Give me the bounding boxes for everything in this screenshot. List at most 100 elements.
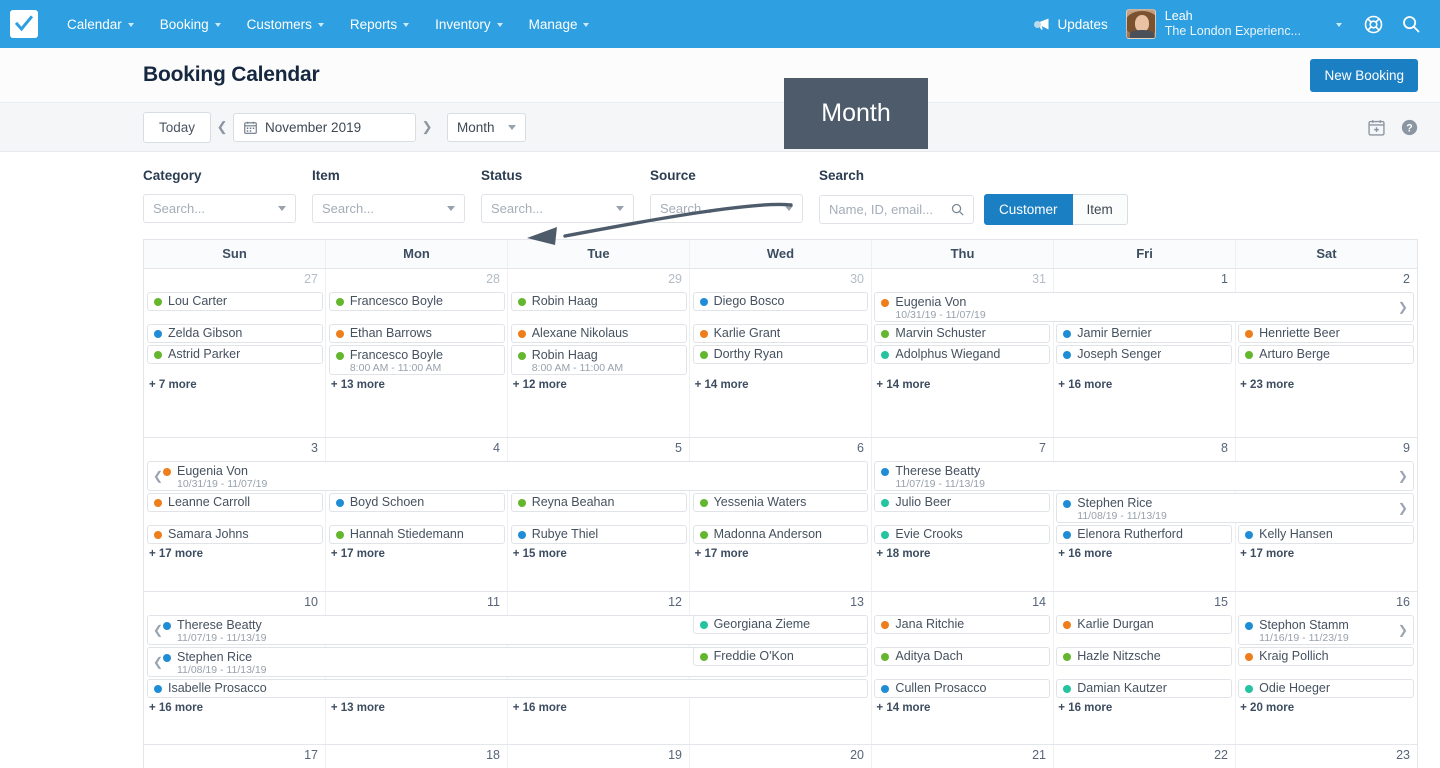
booking-event-chip[interactable]: Leanne Carroll [147,493,323,512]
booking-event-chip[interactable]: Rubye Thiel [510,525,687,544]
previous-period-button[interactable]: ❮ [211,119,233,135]
source-select[interactable]: Search... [650,194,803,223]
more-events-link[interactable]: + 18 more [876,548,930,560]
booking-event-chip[interactable]: Francesco Boyle [328,292,505,311]
booking-event-chip[interactable]: Stephen Rice 11/08/19 - 11/13/19 ❯ [1056,493,1414,523]
booking-event-chip[interactable]: Hannah Stiedemann [328,525,505,544]
event-row: Leanne Carroll Boyd Schoen Reyna Beahan Yes… [144,493,1417,525]
booking-event-chip[interactable]: Eugenia Von 10/31/19 - 11/07/19 ❮ [147,461,869,491]
nav-item-booking[interactable]: Booking [147,0,234,48]
more-events-link[interactable]: + 17 more [1240,548,1294,560]
event-customer-name: Henriette Beer [1259,326,1340,341]
booking-event-chip[interactable]: Joseph Senger [1056,345,1233,364]
checkmark-logo-icon[interactable] [10,10,38,38]
toggle-item-button[interactable]: Item [1072,194,1128,225]
updates-button[interactable]: Updates [1033,17,1108,32]
booking-event-chip[interactable]: Zelda Gibson [147,324,323,343]
event-customer-name: Eugenia Von [177,464,248,478]
booking-event-chip[interactable]: Samara Johns [147,525,323,544]
new-booking-button[interactable]: New Booking [1310,58,1418,92]
nav-item-customers[interactable]: Customers [234,0,337,48]
more-events-link[interactable]: + 17 more [331,548,385,560]
help-lifebuoy-icon[interactable] [1358,9,1388,39]
booking-event-chip[interactable]: Freddie O'Kon [692,647,869,666]
calendar-plus-icon[interactable] [1368,119,1385,136]
booking-event-chip[interactable]: Stephon Stamm 11/16/19 - 11/23/19 ❯ [1238,615,1414,645]
booking-event-chip[interactable]: Lou Carter [147,292,323,311]
booking-event-chip[interactable]: Jamir Bernier [1056,324,1233,343]
more-events-link[interactable]: + 16 more [1058,548,1112,560]
more-events-link[interactable]: + 7 more [149,379,197,391]
booking-event-chip[interactable]: Boyd Schoen [328,493,505,512]
more-events-link[interactable]: + 16 more [513,702,567,714]
booking-event-chip[interactable]: Isabelle Prosacco [147,679,869,698]
search-icon[interactable] [1396,9,1426,39]
booking-event-chip[interactable]: Hazle Nitzsche [1056,647,1233,666]
calendar-toolbar: Today ❮ November 2019 ❯ Month ? [0,103,1440,245]
more-events-link[interactable]: + 13 more [331,379,385,391]
event-text: Leanne Carroll [168,495,250,509]
item-select[interactable]: Search... [312,194,465,223]
booking-event-chip[interactable]: Astrid Parker [147,345,323,364]
category-select[interactable]: Search... [143,194,296,223]
booking-event-chip[interactable]: Eugenia Von 10/31/19 - 11/07/19 ❯ [874,292,1414,322]
more-events-link[interactable]: + 14 more [876,379,930,391]
booking-event-chip[interactable]: Robin Haag [510,292,687,311]
question-circle-icon[interactable]: ? [1401,119,1418,136]
more-events-link[interactable]: + 15 more [513,548,567,560]
more-events-link[interactable]: + 14 more [876,702,930,714]
booking-event-chip[interactable]: Alexane Nikolaus [510,324,687,343]
page-title: Booking Calendar [143,63,320,86]
more-events-link[interactable]: + 16 more [149,702,203,714]
booking-event-chip[interactable]: Damian Kautzer [1056,679,1233,698]
today-button[interactable]: Today [143,111,212,143]
booking-event-chip[interactable]: Odie Hoeger [1238,679,1414,698]
next-period-button[interactable]: ❯ [416,119,438,135]
booking-event-chip[interactable]: Karlie Grant [692,324,869,343]
booking-event-chip[interactable]: Dorthy Ryan [692,345,869,364]
booking-event-chip[interactable]: Evie Crooks [874,525,1051,544]
toggle-customer-button[interactable]: Customer [984,194,1073,225]
booking-event-chip[interactable]: Robin Haag 8:00 AM - 11:00 AM [510,345,687,375]
booking-event-chip[interactable]: Therese Beatty 11/07/19 - 11/13/19 ❯ [874,461,1414,491]
more-events-link[interactable]: + 17 more [149,548,203,560]
more-events-link[interactable]: + 17 more [695,548,749,560]
nav-item-inventory[interactable]: Inventory [422,0,516,48]
booking-event-chip[interactable]: Cullen Prosacco [874,679,1051,698]
booking-event-chip[interactable]: Henriette Beer [1238,324,1414,343]
booking-event-chip[interactable]: Francesco Boyle 8:00 AM - 11:00 AM [328,345,505,375]
booking-event-chip[interactable]: Georgiana Zieme [692,615,869,634]
more-events-link[interactable]: + 20 more [1240,702,1294,714]
booking-event-chip[interactable]: Ethan Barrows [328,324,505,343]
booking-event-chip[interactable]: Reyna Beahan [510,493,687,512]
more-events-link[interactable]: + 23 more [1240,379,1294,391]
date-picker-field[interactable]: November 2019 [233,112,417,142]
booking-event-chip[interactable]: Madonna Anderson [692,525,869,544]
more-events-link[interactable]: + 16 more [1058,702,1112,714]
booking-event-chip[interactable]: Diego Bosco [692,292,869,311]
nav-item-reports[interactable]: Reports [337,0,422,48]
status-select[interactable]: Search... [481,194,634,223]
more-events-link[interactable]: + 14 more [695,379,749,391]
booking-event-chip[interactable]: Aditya Dach [874,647,1051,666]
user-menu[interactable]: Leah The London Experienc... [1125,9,1342,39]
more-events-link[interactable]: + 12 more [513,379,567,391]
booking-event-chip[interactable]: Elenora Rutherford [1056,525,1233,544]
search-input[interactable]: Name, ID, email... [819,195,974,224]
booking-event-chip[interactable]: Kraig Pollich [1238,647,1414,666]
view-mode-select[interactable]: Month [447,112,527,142]
booking-event-chip[interactable]: Marvin Schuster [874,324,1051,343]
nav-item-manage[interactable]: Manage [516,0,603,48]
more-events-link[interactable]: + 13 more [331,702,385,714]
booking-event-chip[interactable]: Yessenia Waters [692,493,869,512]
event-text: Zelda Gibson [168,326,242,340]
booking-event-chip[interactable]: Jana Ritchie [874,615,1051,634]
booking-event-chip[interactable]: Arturo Berge [1238,345,1414,364]
select-placeholder: Search... [322,201,375,216]
booking-event-chip[interactable]: Julio Beer [874,493,1051,512]
more-events-link[interactable]: + 16 more [1058,379,1112,391]
booking-event-chip[interactable]: Kelly Hansen [1238,525,1414,544]
nav-item-calendar[interactable]: Calendar [54,0,147,48]
booking-event-chip[interactable]: Karlie Durgan [1056,615,1233,634]
booking-event-chip[interactable]: Adolphus Wiegand [874,345,1051,364]
